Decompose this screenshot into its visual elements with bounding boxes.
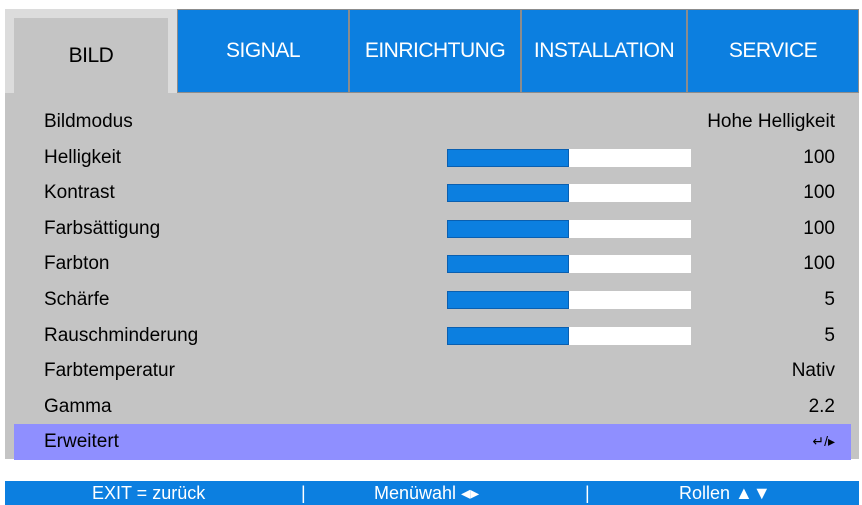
footer-help-bar: EXIT = zurück | Menüwahl ◂▸ | Rollen ▲▼: [5, 481, 859, 505]
menu-row-value: Hohe Helligkeit: [707, 111, 835, 132]
menu-row-value: 5: [824, 324, 835, 346]
menu-row-label: Erweitert: [44, 431, 119, 453]
menu-row-bildmodus[interactable]: Bildmodus Hohe Helligkeit: [14, 104, 851, 140]
menu-row-gamma[interactable]: Gamma 2.2: [14, 389, 851, 425]
menu-row-erweitert[interactable]: Erweitert ↵/▸: [14, 424, 851, 460]
tab-installation[interactable]: INSTALLATION: [521, 9, 687, 93]
slider-fill: [447, 184, 569, 203]
menu-row-value: 5: [824, 288, 835, 310]
menu-row-farbsaettigung[interactable]: Farbsättigung 100: [14, 211, 851, 247]
farbton-slider[interactable]: [447, 255, 691, 274]
menu-row-label: Kontrast: [44, 182, 115, 204]
menu-row-label: Rauschminderung: [44, 324, 199, 346]
slider-fill: [447, 219, 569, 238]
menu-row-rauschminderung[interactable]: Rauschminderung 5: [14, 318, 851, 354]
enter-right-icon: ↵/▸: [812, 433, 835, 450]
kontrast-slider[interactable]: [447, 184, 691, 203]
footer-separator: |: [585, 483, 590, 503]
menu-list: Bildmodus Hohe Helligkeit Helligkeit 100…: [14, 104, 851, 460]
menu-row-farbtemperatur[interactable]: Farbtemperatur Nativ: [14, 353, 851, 389]
menu-row-value: 100: [803, 146, 835, 168]
tab-bild[interactable]: BILD: [5, 9, 177, 93]
tab-signal[interactable]: SIGNAL: [177, 9, 349, 93]
footer-separator: |: [301, 483, 306, 503]
menu-row-label: Farbsättigung: [44, 217, 161, 239]
menu-row-value: Nativ: [791, 360, 835, 382]
tab-einrichtung[interactable]: EINRICHTUNG: [349, 9, 521, 93]
menu-row-label: Helligkeit: [44, 146, 122, 168]
menu-row-farbton[interactable]: Farbton 100: [14, 246, 851, 282]
menu-row-value: 100: [803, 253, 835, 275]
menu-row-helligkeit[interactable]: Helligkeit 100: [14, 140, 851, 176]
farbsaettigung-slider[interactable]: [447, 219, 691, 238]
menu-row-label: Bildmodus: [44, 111, 133, 132]
slider-fill: [447, 290, 569, 309]
footer-rollen-hint: Rollen ▲▼: [679, 483, 771, 503]
menu-row-label: Farbton: [44, 253, 110, 275]
helligkeit-slider[interactable]: [447, 148, 691, 167]
rauschminderung-slider[interactable]: [447, 326, 691, 345]
menu-row-kontrast[interactable]: Kontrast 100: [14, 175, 851, 211]
menu-row-schaerfe[interactable]: Schärfe 5: [14, 282, 851, 318]
slider-fill: [447, 148, 569, 167]
footer-menuwahl-hint: Menüwahl ◂▸: [374, 483, 480, 503]
footer-exit-hint: EXIT = zurück: [92, 483, 206, 503]
menu-row-value: 100: [803, 217, 835, 239]
menu-row-label: Farbtemperatur: [44, 360, 175, 382]
menu-row-value: 2.2: [808, 395, 835, 417]
tab-bar: BILD SIGNAL EINRICHTUNG INSTALLATION SER…: [5, 9, 859, 93]
schaerfe-slider[interactable]: [447, 290, 691, 309]
menu-row-label: Schärfe: [44, 288, 110, 310]
slider-fill: [447, 255, 569, 274]
tab-service[interactable]: SERVICE: [687, 9, 859, 93]
slider-fill: [447, 326, 569, 345]
menu-row-label: Gamma: [44, 395, 112, 417]
menu-row-value: 100: [803, 182, 835, 204]
